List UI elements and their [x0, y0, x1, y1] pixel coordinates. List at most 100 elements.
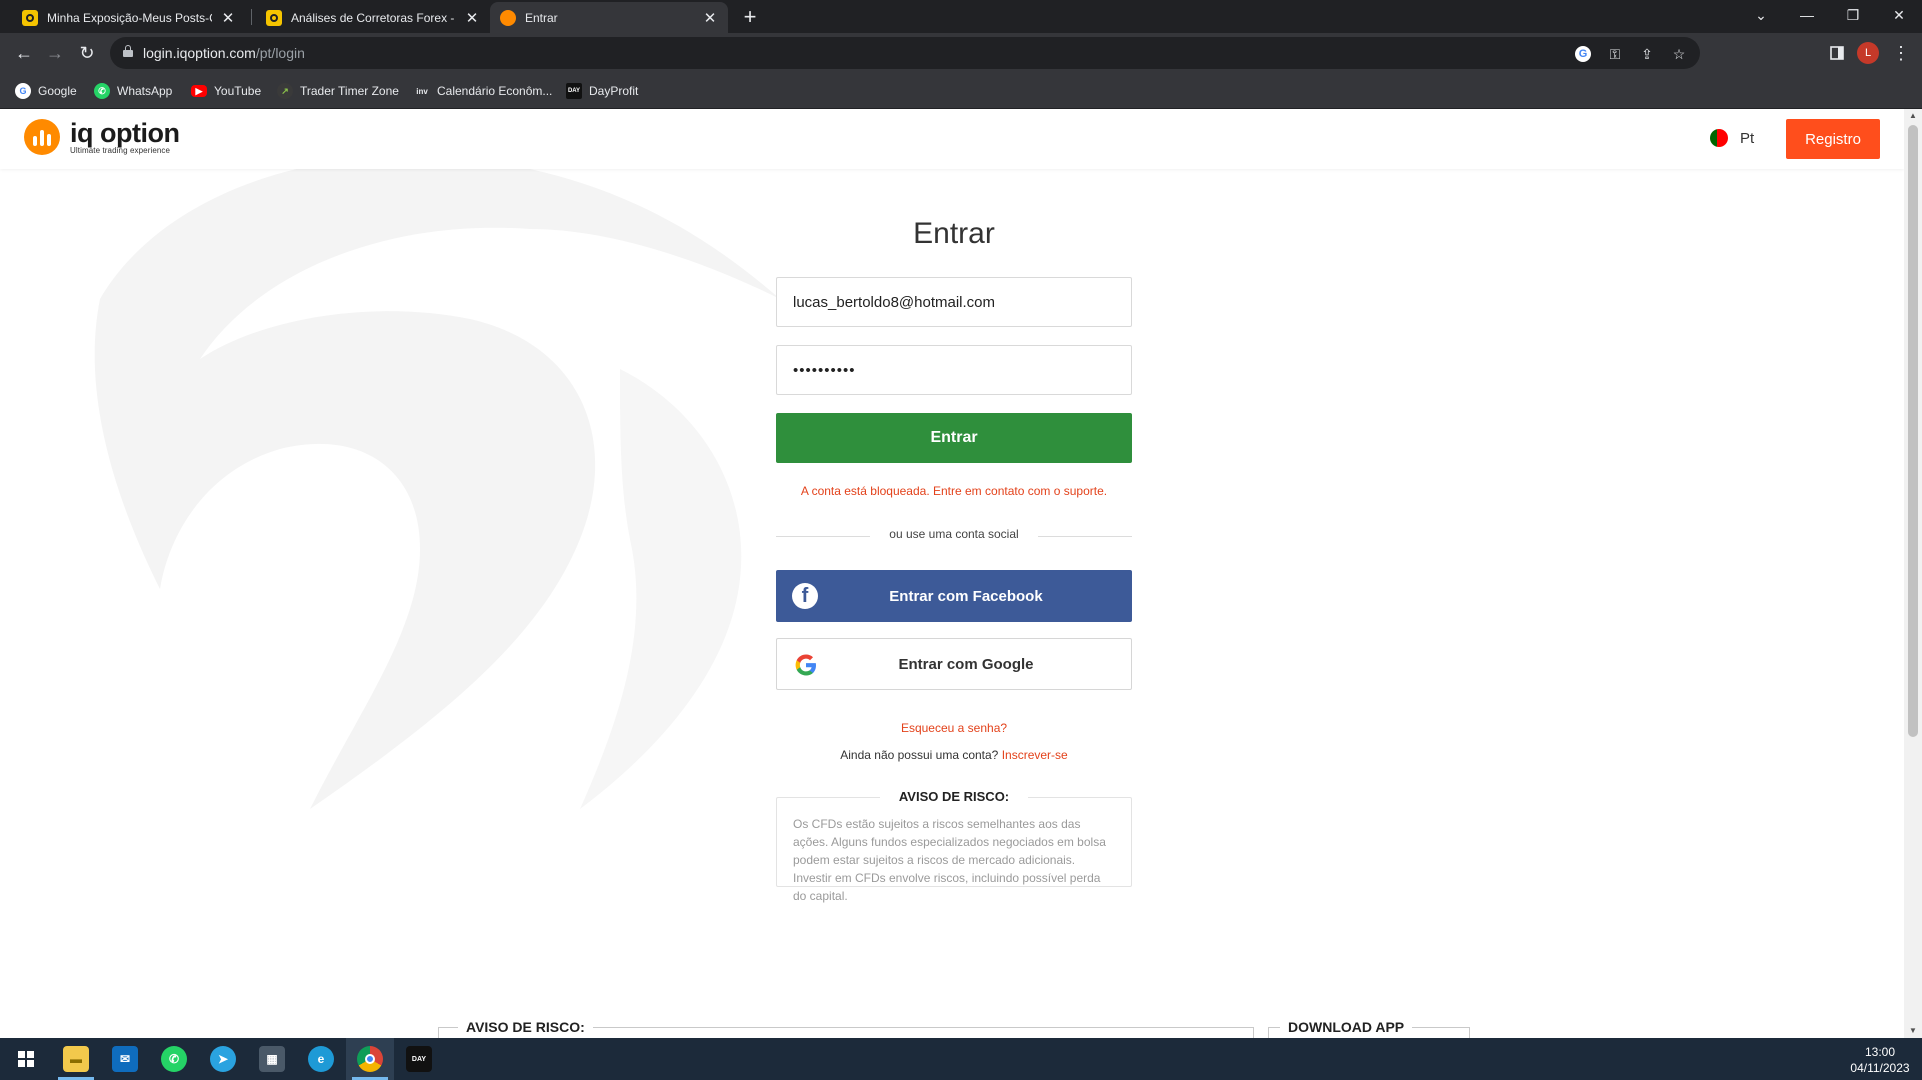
clock-time: 13:00 — [1864, 1045, 1896, 1059]
tab-close-icon[interactable]: ✕ — [464, 9, 480, 27]
chrome-menu-icon[interactable]: ⋮ — [1889, 41, 1913, 65]
browser-tab[interactable]: Minha Exposição-Meus Posts-Co ✕ — [12, 2, 246, 33]
telegram-icon: ➤ — [210, 1046, 236, 1072]
bookmark-label: Google — [38, 84, 77, 98]
login-title: Entrar — [913, 217, 995, 250]
browser-tab-active[interactable]: Entrar ✕ — [490, 2, 728, 33]
bookmark-google[interactable]: G Google — [15, 81, 77, 101]
signup-link[interactable]: Inscrever-se — [1002, 748, 1068, 762]
restore-button[interactable]: ❐ — [1830, 0, 1876, 30]
taskbar-edge[interactable]: e — [297, 1038, 345, 1080]
bookmark-trader-timer-zone[interactable]: ↗ Trader Timer Zone — [277, 81, 399, 101]
logo-name: iq option — [70, 117, 180, 148]
tab-search-button[interactable]: ⌄ — [1738, 0, 1784, 30]
social-divider-text: ou use uma conta social — [870, 527, 1038, 541]
register-button[interactable]: Registro — [1786, 119, 1880, 159]
taskbar-file-explorer[interactable]: ▬ — [52, 1038, 100, 1080]
minimize-button[interactable]: — — [1784, 0, 1830, 30]
facebook-icon: f — [792, 583, 818, 609]
start-button[interactable] — [2, 1038, 50, 1080]
signup-prompt: Ainda não possui uma conta? Inscrever-se — [776, 748, 1132, 762]
bookmark-calendario[interactable]: inv Calendário Econôm... — [414, 81, 552, 101]
google-login-button[interactable]: Entrar com Google — [776, 638, 1132, 690]
pi-favicon-icon — [22, 9, 38, 26]
password-key-icon[interactable]: ⚿ — [1606, 45, 1624, 63]
page-viewport: iq option Ultimate trading experience Pt… — [0, 109, 1922, 1038]
close-window-button[interactable]: ✕ — [1876, 0, 1922, 30]
language-selector[interactable]: Pt — [1710, 129, 1754, 147]
tab-title: Minha Exposição-Meus Posts-Co — [47, 10, 212, 25]
taskbar-chrome[interactable] — [346, 1038, 394, 1080]
taskbar-whatsapp[interactable]: ✆ — [150, 1038, 198, 1080]
forgot-password-link[interactable]: Esqueceu a senha? — [776, 721, 1132, 735]
bookmark-label: Trader Timer Zone — [300, 84, 399, 98]
pi-favicon-icon — [266, 9, 282, 26]
login-submit-button[interactable]: Entrar — [776, 413, 1132, 463]
site-header: iq option Ultimate trading experience Pt… — [0, 109, 1904, 169]
dayprofit-icon: DAY — [406, 1046, 432, 1072]
risk-warning-text: Os CFDs estão sujeitos a riscos semelhan… — [793, 817, 1106, 903]
page-scrollbar[interactable]: ▲ ▼ — [1904, 109, 1922, 1038]
browser-tab[interactable]: Análises de Corretoras Forex - Pi ✕ — [256, 2, 490, 33]
facebook-login-button[interactable]: f Entrar com Facebook — [776, 570, 1132, 622]
side-panel-icon[interactable] — [1825, 41, 1849, 65]
bookmark-label: Calendário Econôm... — [437, 84, 553, 98]
login-page: iq option Ultimate trading experience Pt… — [0, 109, 1904, 1038]
risk-warning-box: Os CFDs estão sujeitos a riscos semelhan… — [776, 797, 1132, 903]
iq-option-logo[interactable]: iq option Ultimate trading experience — [24, 117, 180, 155]
scroll-thumb[interactable] — [1908, 125, 1918, 737]
google-login-label: Entrar com Google — [898, 655, 1034, 673]
url-path: /pt/login — [255, 45, 305, 61]
language-label: Pt — [1740, 129, 1755, 147]
password-field[interactable] — [776, 345, 1132, 395]
back-button[interactable]: ← — [12, 41, 36, 65]
bookmark-label: YouTube — [214, 84, 262, 98]
bookmark-dayprofit[interactable]: DAY DayProfit — [566, 81, 638, 101]
facebook-login-label: Entrar com Facebook — [889, 587, 1043, 605]
bookmark-star-icon[interactable]: ☆ — [1670, 45, 1688, 63]
edge-icon: e — [308, 1046, 334, 1072]
portugal-flag-icon — [1710, 129, 1728, 147]
reload-button[interactable]: ↻ — [75, 41, 99, 65]
logo-tagline: Ultimate trading experience — [70, 145, 171, 155]
mail-icon: ✉ — [112, 1046, 138, 1072]
profile-avatar[interactable]: L — [1857, 42, 1879, 64]
tab-close-icon[interactable]: ✕ — [220, 9, 236, 27]
taskbar-mail[interactable]: ✉ — [101, 1038, 149, 1080]
background-watermark — [94, 155, 780, 810]
google-lens-icon[interactable]: G — [1574, 45, 1592, 63]
iq-option-favicon-icon — [500, 9, 516, 26]
whatsapp-icon: ✆ — [94, 83, 110, 99]
email-field[interactable] — [776, 277, 1132, 327]
browser-toolbar: ← → ↻ login.iqoption.com/pt/login G ⚿ ⇪ … — [0, 33, 1922, 73]
bookmark-label: WhatsApp — [117, 84, 173, 98]
scroll-up-icon[interactable]: ▲ — [1904, 109, 1922, 123]
tab-title: Entrar — [525, 10, 558, 25]
lock-icon[interactable] — [123, 45, 133, 57]
google-icon: G — [15, 83, 31, 99]
taskbar-calculator[interactable]: ▦ — [248, 1038, 296, 1080]
tab-close-icon[interactable]: ✕ — [702, 9, 718, 27]
bookmark-youtube[interactable]: ▶ YouTube — [191, 81, 261, 101]
address-bar[interactable]: login.iqoption.com/pt/login G ⚿ ⇪ ☆ — [110, 37, 1700, 69]
google-icon — [793, 652, 819, 678]
windows-taskbar: ▬ ✉ ✆ ➤ ▦ e DAY 13:00 04/11/2023 — [0, 1038, 1922, 1080]
share-icon[interactable]: ⇪ — [1638, 45, 1656, 63]
taskbar-telegram[interactable]: ➤ — [199, 1038, 247, 1080]
bookmark-whatsapp[interactable]: ✆ WhatsApp — [94, 81, 172, 101]
iq-option-logo-icon — [24, 119, 60, 155]
clock-date: 04/11/2023 — [1850, 1061, 1910, 1075]
scroll-down-icon[interactable]: ▼ — [1904, 1024, 1922, 1038]
forward-button[interactable]: → — [43, 41, 67, 65]
bookmark-label: DayProfit — [589, 84, 639, 98]
risk-warning-title: AVISO DE RISCO: — [880, 789, 1028, 804]
new-tab-button[interactable]: + — [738, 4, 762, 30]
chrome-icon — [357, 1046, 383, 1072]
address-url[interactable]: login.iqoption.com/pt/login — [143, 45, 305, 61]
taskbar-dayprofit[interactable]: DAY — [395, 1038, 443, 1080]
system-clock[interactable]: 13:00 04/11/2023 — [1840, 1044, 1920, 1076]
chart-icon: ↗ — [277, 83, 293, 99]
footer-download-app-title: DOWNLOAD APP — [1280, 1019, 1413, 1035]
browser-tabstrip: Minha Exposição-Meus Posts-Co ✕ Análises… — [0, 0, 1922, 33]
signup-prompt-text: Ainda não possui uma conta? — [840, 748, 999, 762]
